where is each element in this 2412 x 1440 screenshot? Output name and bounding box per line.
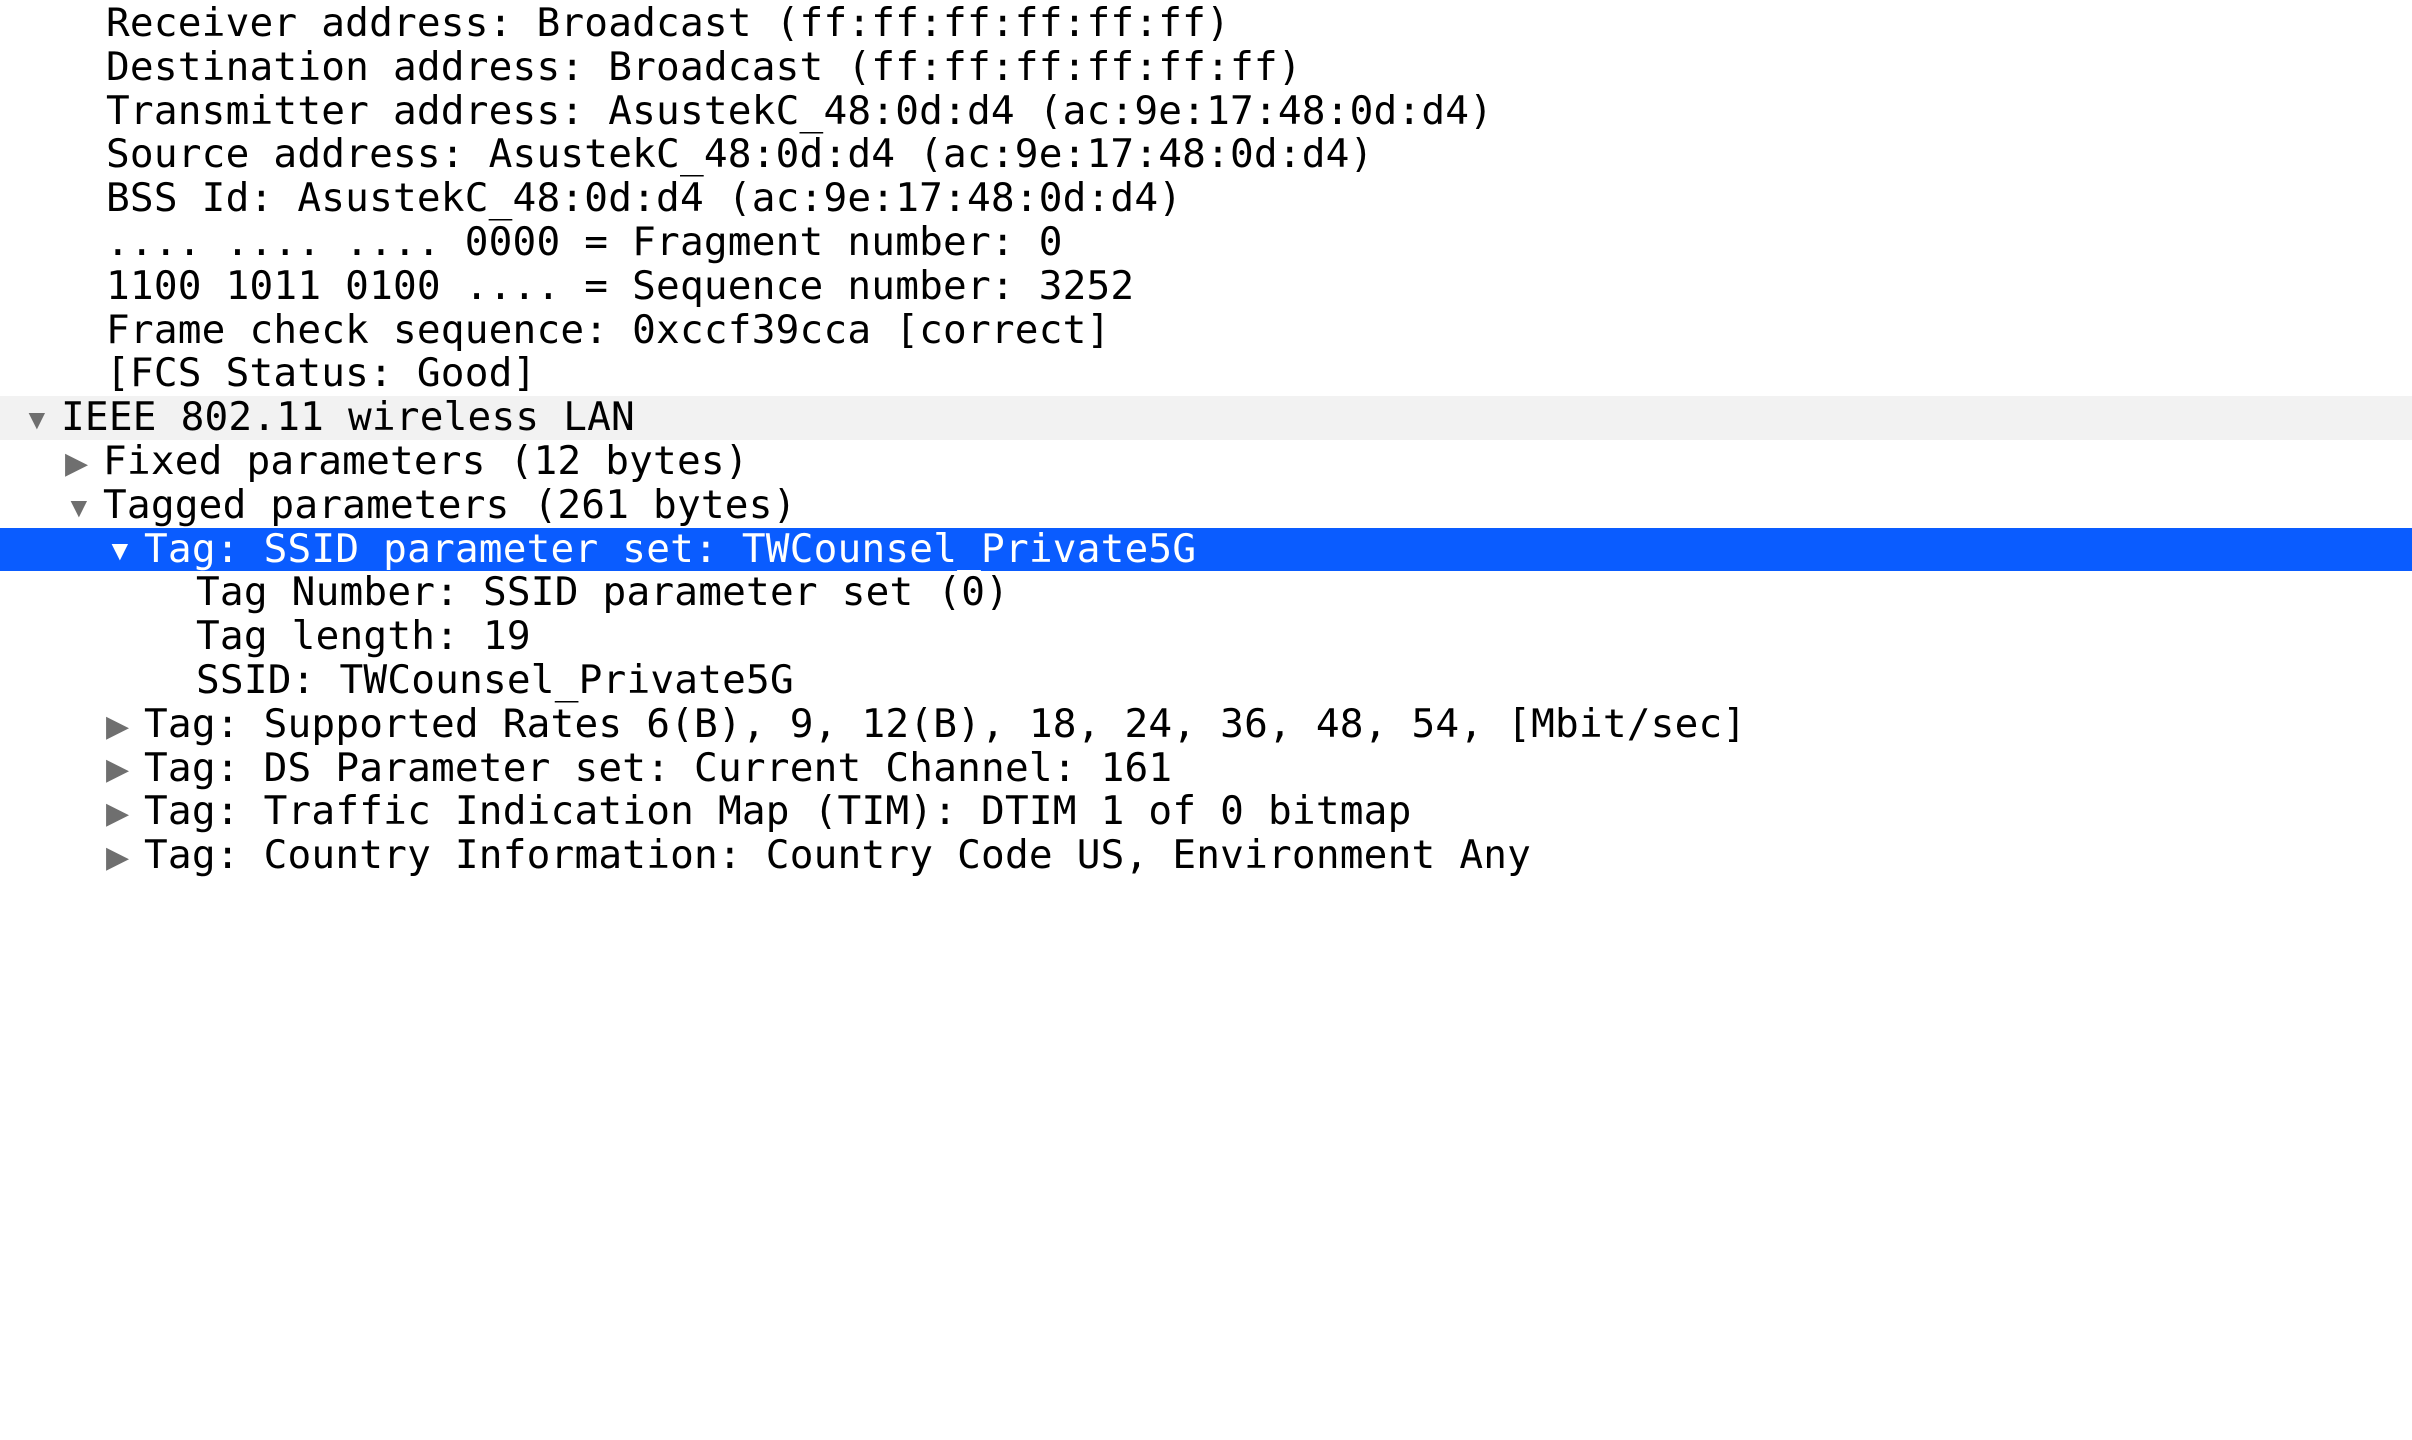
tree-row-text: Source address: AsustekC_48:0d:d4 (ac:9e… (106, 133, 1374, 177)
expand-collapse-icon[interactable]: ▶ (65, 449, 103, 479)
destination-address-field[interactable]: Destination address: Broadcast (ff:ff:ff… (0, 46, 2412, 90)
transmitter-address-field[interactable]: Transmitter address: AsustekC_48:0d:d4 (… (0, 90, 2412, 134)
ssid-field[interactable]: SSID: TWCounsel_Private5G (0, 659, 2412, 703)
supported-rates-node[interactable]: ▶Tag: Supported Rates 6(B), 9, 12(B), 18… (0, 703, 2412, 747)
expand-collapse-icon[interactable]: ▶ (106, 755, 144, 785)
source-address-field[interactable]: Source address: AsustekC_48:0d:d4 (ac:9e… (0, 133, 2412, 177)
sequence-number-field[interactable]: 1100 1011 0100 .... = Sequence number: 3… (0, 265, 2412, 309)
tree-row-text: Tag: Traffic Indication Map (TIM): DTIM … (144, 790, 1412, 834)
tagged-parameters-node[interactable]: ▼Tagged parameters (261 bytes) (0, 484, 2412, 528)
expand-collapse-icon[interactable]: ▼ (106, 537, 144, 565)
expand-collapse-icon[interactable]: ▶ (106, 843, 144, 873)
tree-row-text: Tag: Supported Rates 6(B), 9, 12(B), 18,… (144, 703, 1746, 747)
fragment-number-field[interactable]: .... .... .... 0000 = Fragment number: 0 (0, 221, 2412, 265)
tree-row-text: Tag: DS Parameter set: Current Channel: … (144, 747, 1172, 791)
ieee-80211-node[interactable]: ▼IEEE 802.11 wireless LAN (0, 396, 2412, 440)
tree-row-text: IEEE 802.11 wireless LAN (61, 396, 635, 440)
tree-row-text: Fixed parameters (12 bytes) (103, 440, 749, 484)
tree-row-text: Tag Number: SSID parameter set (0) (196, 571, 1009, 615)
expand-collapse-icon[interactable]: ▼ (23, 406, 61, 434)
bss-id-field[interactable]: BSS Id: AsustekC_48:0d:d4 (ac:9e:17:48:0… (0, 177, 2412, 221)
tag-number-field[interactable]: Tag Number: SSID parameter set (0) (0, 571, 2412, 615)
tree-row-text: Transmitter address: AsustekC_48:0d:d4 (… (106, 90, 1493, 134)
tree-row-text: Destination address: Broadcast (ff:ff:ff… (106, 46, 1302, 90)
tree-row-text: Receiver address: Broadcast (ff:ff:ff:ff… (106, 2, 1230, 46)
tree-row-text: Tag: SSID parameter set: TWCounsel_Priva… (144, 528, 1196, 572)
tree-row-text: 1100 1011 0100 .... = Sequence number: 3… (106, 265, 1134, 309)
tree-row-text: Frame check sequence: 0xccf39cca [correc… (106, 309, 1110, 353)
tree-row-text: Tagged parameters (261 bytes) (103, 484, 797, 528)
tree-row-text: [FCS Status: Good] (106, 352, 536, 396)
expand-collapse-icon[interactable]: ▶ (106, 712, 144, 742)
expand-collapse-icon[interactable]: ▶ (106, 799, 144, 829)
tim-node[interactable]: ▶Tag: Traffic Indication Map (TIM): DTIM… (0, 790, 2412, 834)
ssid-tag-node[interactable]: ▼Tag: SSID parameter set: TWCounsel_Priv… (0, 528, 2412, 572)
fcs-field[interactable]: Frame check sequence: 0xccf39cca [correc… (0, 309, 2412, 353)
tree-row-text: SSID: TWCounsel_Private5G (196, 659, 794, 703)
tree-row-text: BSS Id: AsustekC_48:0d:d4 (ac:9e:17:48:0… (106, 177, 1182, 221)
tree-row-text: Tag: Country Information: Country Code U… (144, 834, 1531, 878)
tree-row-text: .... .... .... 0000 = Fragment number: 0 (106, 221, 1063, 265)
fixed-parameters-node[interactable]: ▶Fixed parameters (12 bytes) (0, 440, 2412, 484)
country-info-node[interactable]: ▶Tag: Country Information: Country Code … (0, 834, 2412, 878)
ds-parameter-node[interactable]: ▶Tag: DS Parameter set: Current Channel:… (0, 747, 2412, 791)
tag-length-field[interactable]: Tag length: 19 (0, 615, 2412, 659)
fcs-status-field[interactable]: [FCS Status: Good] (0, 352, 2412, 396)
expand-collapse-icon[interactable]: ▼ (65, 494, 103, 522)
tree-row-text: Tag length: 19 (196, 615, 531, 659)
receiver-address-field[interactable]: Receiver address: Broadcast (ff:ff:ff:ff… (0, 2, 2412, 46)
